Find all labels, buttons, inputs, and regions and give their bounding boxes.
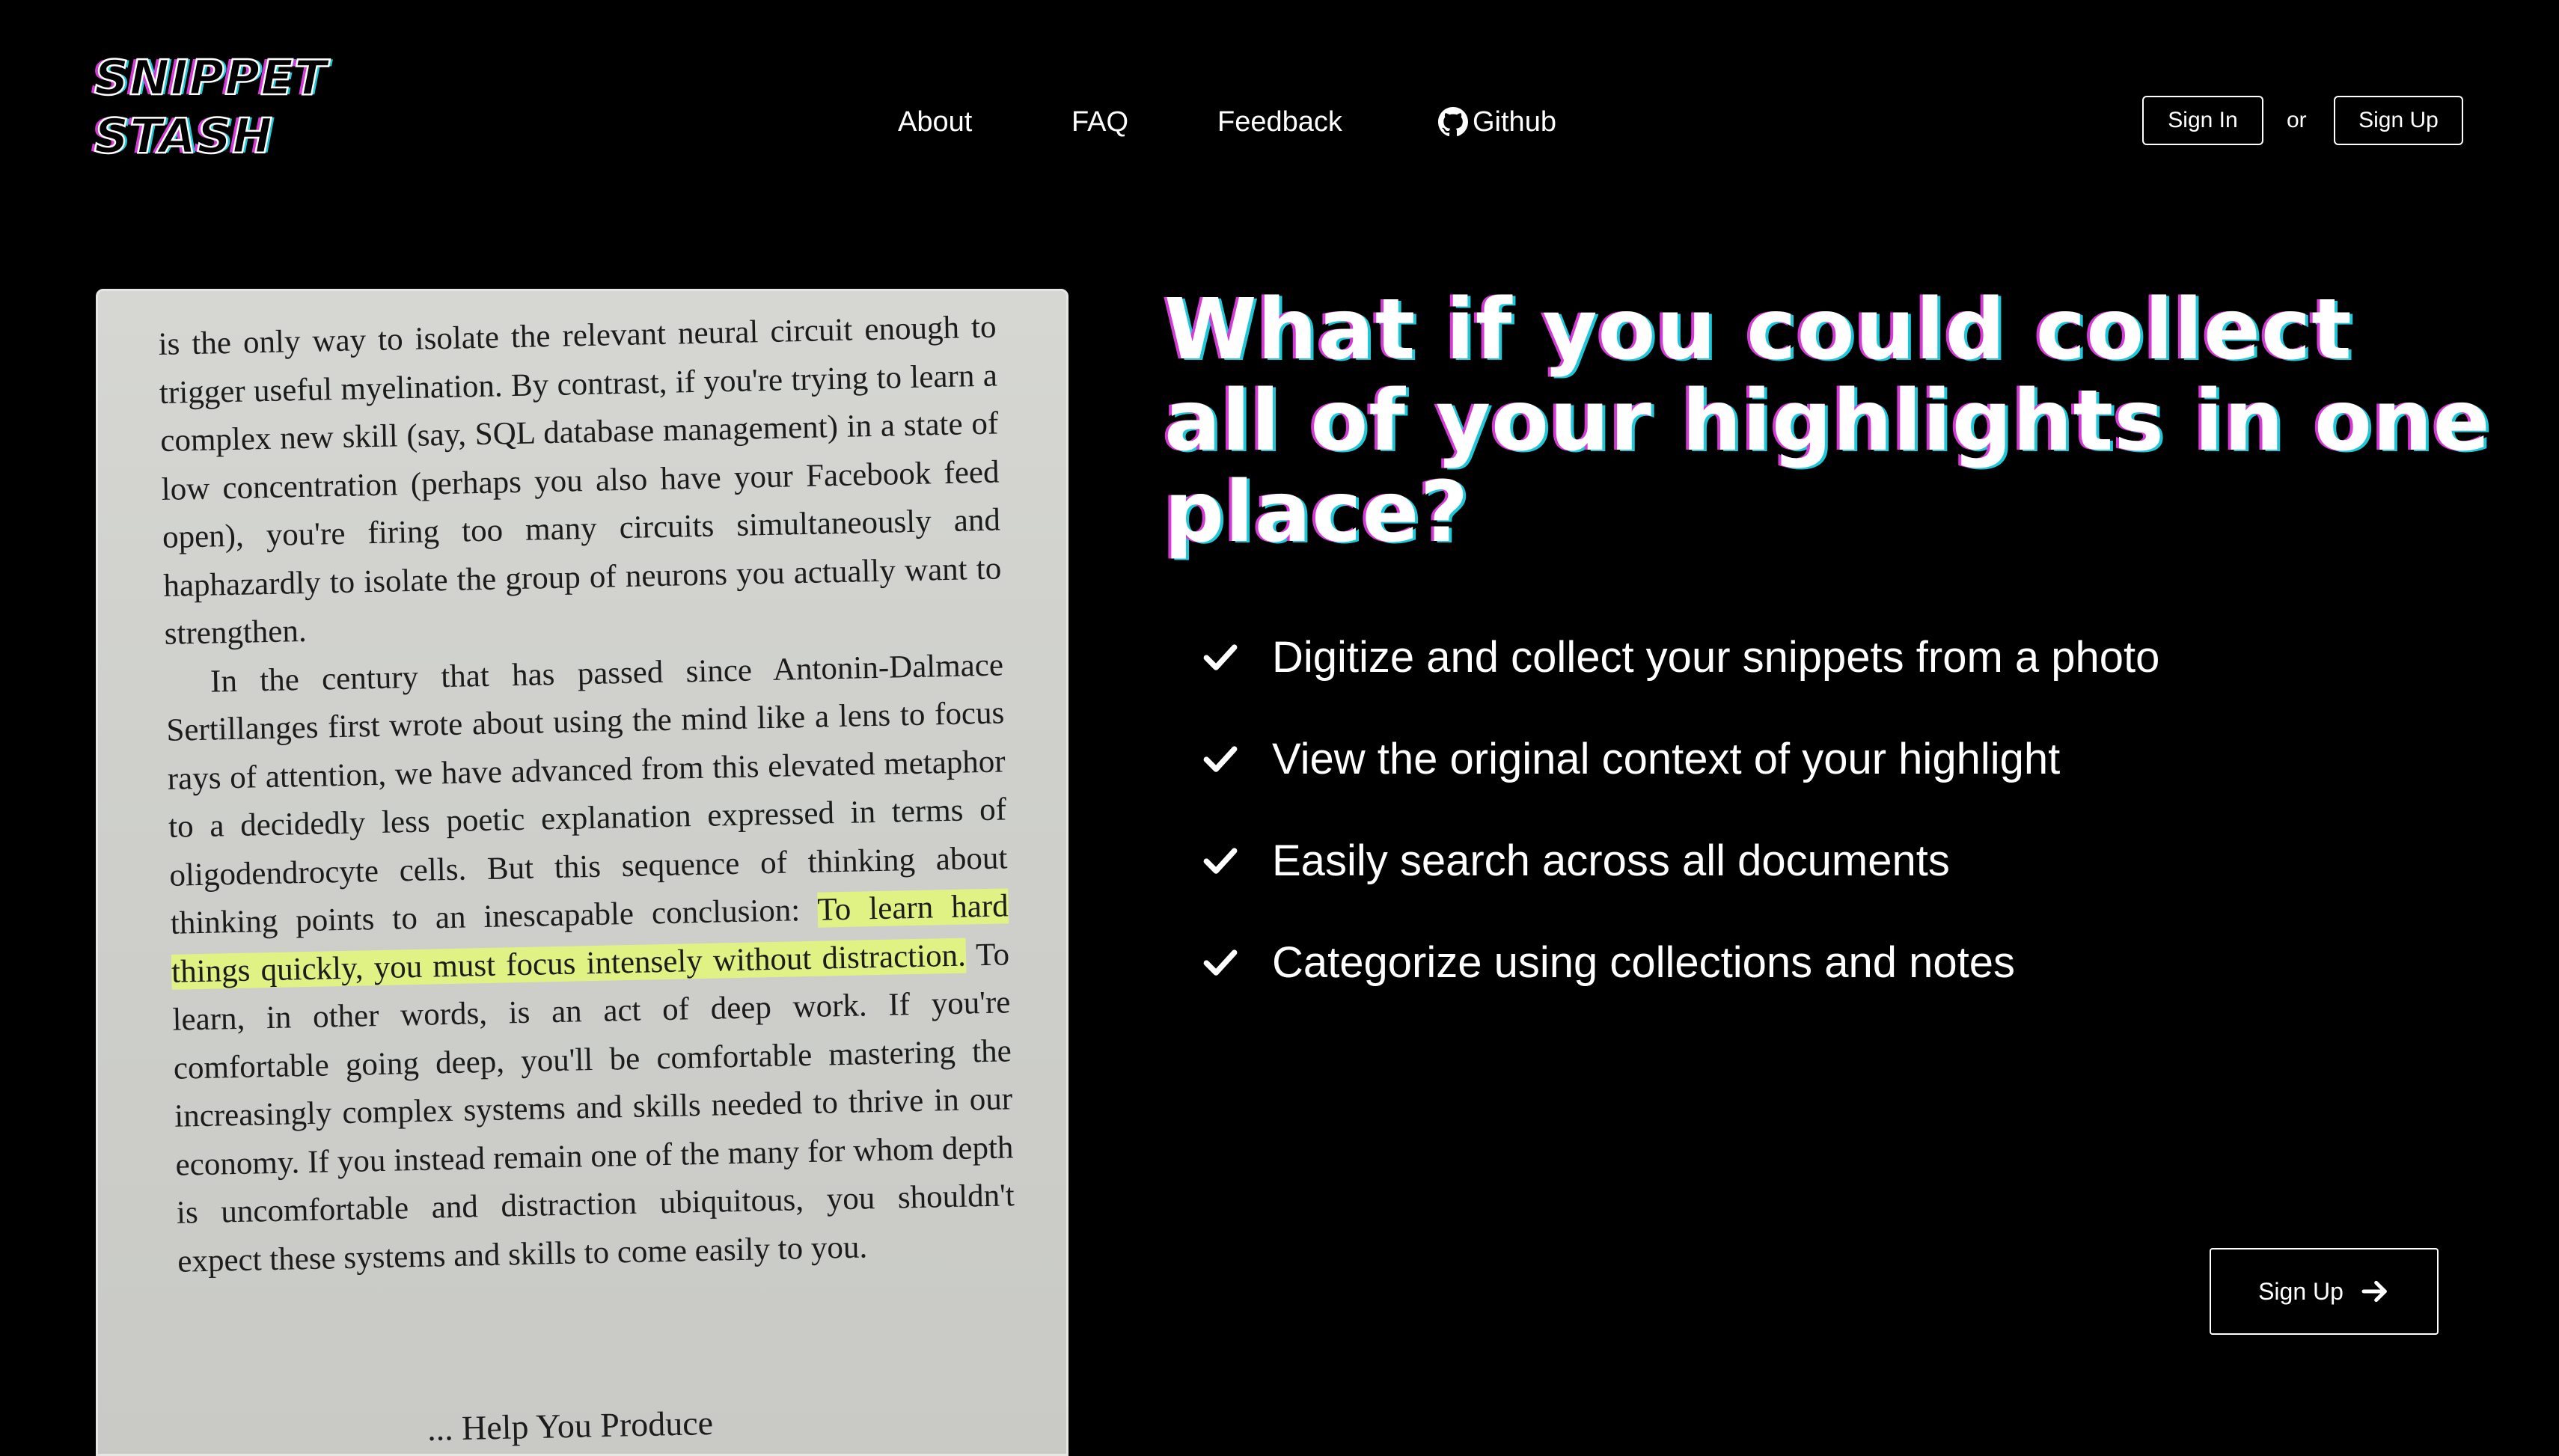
feature-item: Categorize using collections and notes xyxy=(1197,911,2159,1013)
check-icon xyxy=(1197,837,1244,884)
feature-text: Easily search across all documents xyxy=(1272,836,1950,885)
check-icon xyxy=(1197,735,1244,782)
logo[interactable]: SNIPPET STASH xyxy=(94,49,334,166)
nav-about-link[interactable]: About xyxy=(898,106,972,138)
logo-line-2: STASH xyxy=(94,108,273,166)
nav-faq-link[interactable]: FAQ xyxy=(1071,106,1128,138)
arrow-right-icon xyxy=(2361,1280,2387,1303)
book-paragraph-2-end: To learn, in other words, is an act of d… xyxy=(172,936,1015,1279)
sign-up-cta-button[interactable]: Sign Up xyxy=(2210,1248,2439,1335)
feature-list: Digitize and collect your snippets from … xyxy=(1197,606,2159,1013)
book-page-footer: ... Help You Produce xyxy=(426,1404,714,1448)
nav-feedback-link[interactable]: Feedback xyxy=(1217,106,1342,138)
book-page-photo: is the only way to isolate the relevant … xyxy=(96,289,1068,1456)
logo-line-1: SNIPPET xyxy=(94,50,328,108)
sign-in-button[interactable]: Sign In xyxy=(2142,96,2263,145)
sign-up-cta-label: Sign Up xyxy=(2258,1277,2344,1305)
github-icon xyxy=(1438,107,1468,137)
feature-item: Easily search across all documents xyxy=(1197,810,2159,911)
nav-github-link[interactable]: Github xyxy=(1438,106,1556,138)
check-icon xyxy=(1197,939,1244,985)
feature-text: Categorize using collections and notes xyxy=(1272,937,2016,987)
book-paragraph-1: is the only way to isolate the relevant … xyxy=(158,309,1002,652)
book-page-text: is the only way to isolate the relevant … xyxy=(158,304,1016,1286)
hero-headline: What if you could collect all of your hi… xyxy=(1164,281,2491,561)
auth-or-text: or xyxy=(2287,108,2307,132)
check-icon xyxy=(1197,634,1244,680)
feature-item: View the original context of your highli… xyxy=(1197,708,2159,810)
feature-text: View the original context of your highli… xyxy=(1272,734,2061,783)
feature-item: Digitize and collect your snippets from … xyxy=(1197,606,2159,708)
book-paragraph-2: In the century that has passed since Ant… xyxy=(165,641,1015,1286)
sign-up-button[interactable]: Sign Up xyxy=(2334,96,2463,145)
nav-github-label: Github xyxy=(1473,105,1556,138)
feature-text: Digitize and collect your snippets from … xyxy=(1272,632,2160,682)
